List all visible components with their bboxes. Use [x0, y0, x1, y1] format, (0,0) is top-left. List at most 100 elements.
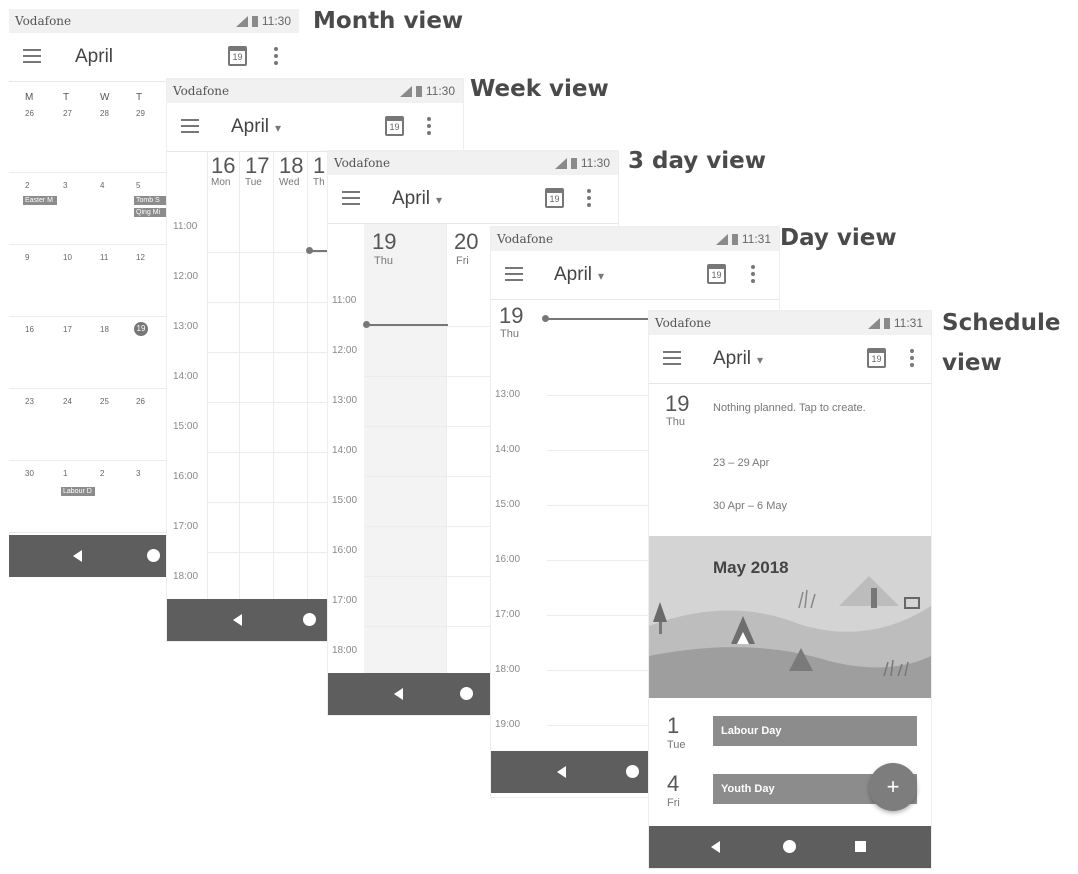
month-title[interactable]: April ▾ — [713, 348, 763, 370]
month-date[interactable]: 25 — [100, 397, 109, 406]
event-title: Labour Day — [721, 725, 782, 737]
day-name: Mon — [211, 177, 231, 188]
hour-label: 14:00 — [495, 444, 521, 455]
more-options-icon[interactable] — [427, 117, 431, 138]
home-icon[interactable] — [460, 687, 473, 700]
more-options-icon[interactable] — [751, 265, 755, 286]
home-icon[interactable] — [303, 613, 316, 626]
status-bar: Vodafone 11:30 — [328, 151, 618, 175]
menu-icon[interactable] — [181, 119, 199, 133]
today-calendar-icon[interactable]: 19 — [228, 46, 247, 66]
event-chip[interactable]: Easter M — [23, 196, 57, 205]
month-date[interactable]: 28 — [100, 109, 109, 118]
event-chip[interactable]: Tomb S — [134, 196, 168, 205]
carrier-name: Vodafone — [15, 14, 72, 28]
battery-icon — [251, 15, 258, 27]
back-icon[interactable] — [711, 841, 720, 853]
month-date[interactable]: 24 — [63, 397, 72, 406]
month-date[interactable]: 18 — [100, 325, 109, 334]
menu-icon[interactable] — [663, 351, 681, 365]
today-calendar-icon[interactable]: 19 — [545, 188, 564, 208]
hour-label: 11:00 — [332, 295, 357, 306]
menu-icon[interactable] — [23, 49, 41, 63]
month-date[interactable]: 26 — [25, 109, 34, 118]
more-options-icon[interactable] — [910, 349, 914, 370]
carrier-name: Vodafone — [334, 156, 391, 170]
back-icon[interactable] — [233, 614, 242, 626]
month-title[interactable]: April ▾ — [231, 116, 281, 138]
empty-day-prompt[interactable]: Nothing planned. Tap to create. — [713, 402, 866, 414]
day-number[interactable]: 16 — [211, 153, 235, 179]
home-icon[interactable] — [783, 840, 796, 853]
day-view-label: Day view — [780, 225, 897, 251]
event-chip[interactable]: Qing Mi — [134, 208, 168, 217]
event-card[interactable]: Labour Day — [713, 716, 917, 746]
hour-label: 17:00 — [332, 595, 358, 606]
event-chip[interactable]: Labour D — [61, 487, 95, 496]
month-title-text: April — [554, 264, 593, 285]
battery-icon — [883, 317, 890, 329]
month-date[interactable]: 9 — [25, 253, 29, 262]
menu-icon[interactable] — [342, 191, 360, 205]
month-date[interactable]: 23 — [25, 397, 34, 406]
recent-apps-icon[interactable] — [855, 841, 866, 852]
weekday-header-mon: M — [25, 92, 34, 103]
month-title-text: April — [392, 188, 431, 209]
day-column-divider — [239, 151, 240, 599]
battery-icon — [415, 85, 422, 97]
hour-label: 13:00 — [495, 389, 521, 400]
app-toolbar: April 19 — [9, 33, 299, 82]
month-title[interactable]: April ▾ — [554, 264, 604, 286]
day-number[interactable]: 1 — [313, 153, 325, 179]
month-date[interactable]: 26 — [136, 397, 145, 406]
nav-bar — [649, 826, 931, 868]
month-date[interactable]: 3 — [63, 181, 67, 190]
day-number[interactable]: 18 — [279, 153, 303, 179]
month-date[interactable]: 12 — [136, 253, 145, 262]
hour-label: 14:00 — [332, 445, 358, 456]
month-date[interactable]: 30 — [25, 469, 34, 478]
more-options-icon[interactable] — [274, 47, 278, 68]
carrier-name: Vodafone — [497, 232, 554, 246]
month-date[interactable]: 2 — [25, 181, 29, 190]
three-day-view-label: 3 day view — [628, 148, 767, 174]
month-title[interactable]: April ▾ — [392, 188, 442, 210]
back-icon[interactable] — [73, 550, 82, 562]
today-date-marker[interactable]: 19 — [134, 322, 148, 336]
create-event-fab[interactable]: + — [869, 763, 917, 811]
month-date[interactable]: 4 — [100, 181, 104, 190]
hour-label: 17:00 — [173, 521, 199, 532]
today-calendar-icon[interactable]: 19 — [707, 264, 726, 284]
app-toolbar: April ▾ 19 — [649, 335, 931, 384]
today-calendar-icon[interactable]: 19 — [867, 348, 886, 368]
month-title[interactable]: April — [75, 46, 113, 68]
home-icon[interactable] — [626, 765, 639, 778]
menu-icon[interactable] — [505, 267, 523, 281]
hour-label: 16:00 — [332, 545, 358, 556]
month-date[interactable]: 27 — [63, 109, 72, 118]
clock: 11:31 — [741, 232, 771, 246]
month-date[interactable]: 1 — [63, 469, 67, 478]
month-date[interactable]: 10 — [63, 253, 72, 262]
back-icon[interactable] — [557, 766, 566, 778]
hour-label: 17:00 — [495, 609, 521, 620]
month-date[interactable]: 2 — [100, 469, 104, 478]
back-icon[interactable] — [394, 688, 403, 700]
more-options-icon[interactable] — [587, 189, 591, 210]
month-date[interactable]: 29 — [136, 109, 145, 118]
dropdown-caret-icon: ▾ — [436, 193, 443, 207]
today-calendar-icon[interactable]: 19 — [385, 116, 404, 136]
hour-label: 12:00 — [332, 345, 358, 356]
status-bar: Vodafone 11:30 — [9, 9, 299, 33]
month-date[interactable]: 5 — [136, 181, 140, 190]
month-date[interactable]: 3 — [136, 469, 140, 478]
day-name: Fri — [456, 255, 469, 267]
month-date[interactable]: 17 — [63, 325, 72, 334]
month-date[interactable]: 11 — [100, 253, 108, 262]
day-number[interactable]: 17 — [245, 153, 269, 179]
home-icon[interactable] — [147, 549, 160, 562]
status-bar: Vodafone 11:31 — [649, 311, 931, 335]
day-column-divider — [307, 151, 308, 599]
month-banner: May 2018 — [649, 536, 931, 698]
month-date[interactable]: 16 — [25, 325, 34, 334]
